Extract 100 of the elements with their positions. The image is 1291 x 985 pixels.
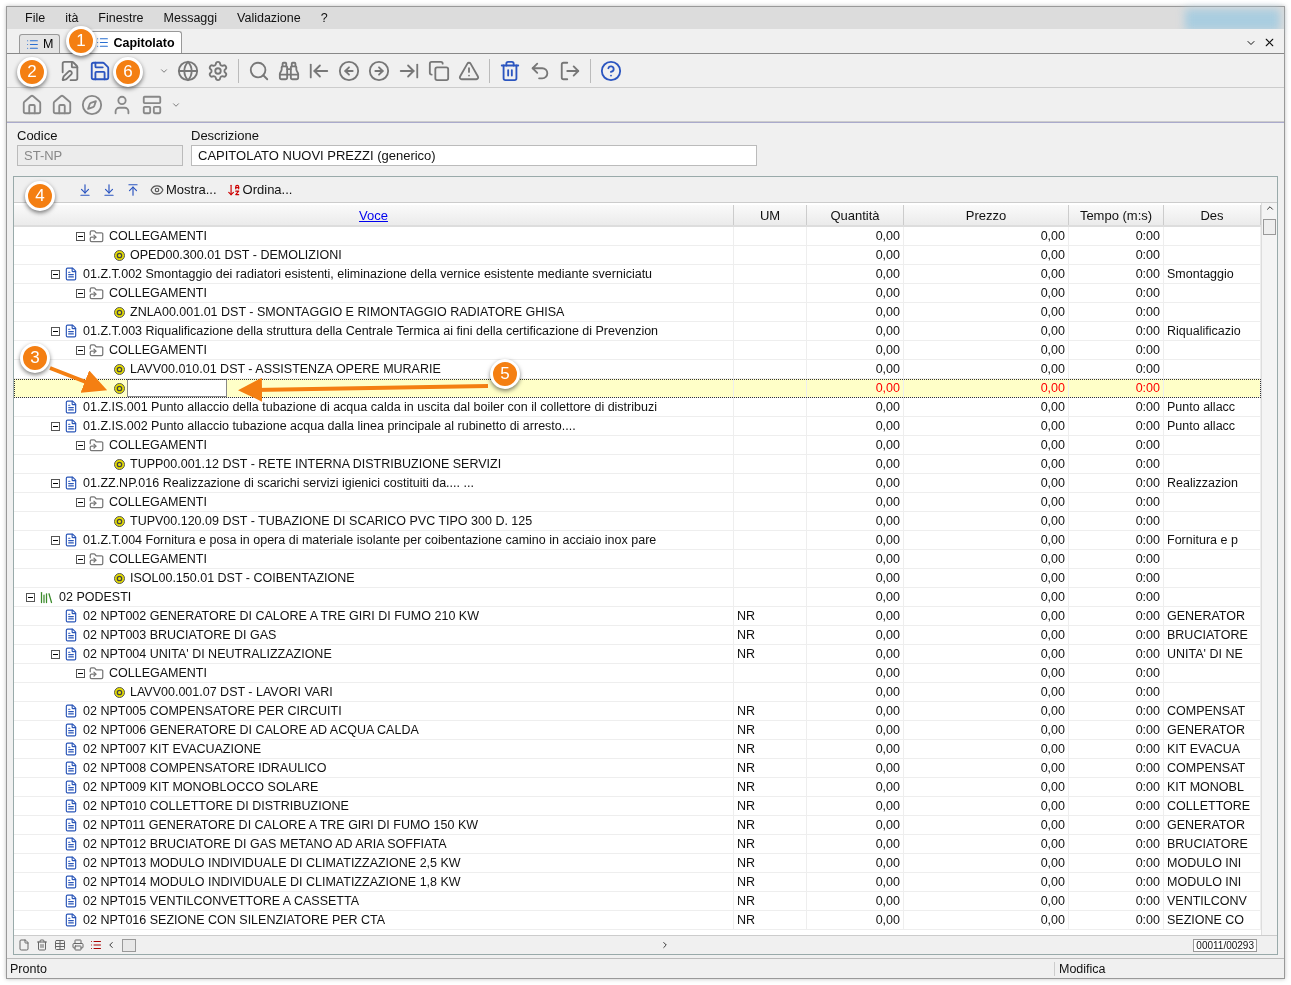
menu-item[interactable]: Messaggi — [153, 11, 227, 25]
printer-icon[interactable] — [70, 937, 86, 953]
table-row[interactable]: 01.ZZ.NP.016 Realizzazione di scarichi servizi igienici costituiti da.... ... 0,00 0,00 0:00 Realizzazion — [14, 474, 1261, 493]
table-cell: 0,00 — [807, 911, 904, 930]
table-row[interactable]: COLLEGAMENTI 0,00 0,00 0:00 — [14, 664, 1261, 683]
scroll-left-icon[interactable] — [106, 940, 116, 950]
table-row[interactable]: 02 NPT011 GENERATORE DI CALORE A TRE GIRI DI FUMO 150 KW NR 0,00 0,00 0:00 GENERATOR — [14, 816, 1261, 835]
collapse-toggle[interactable] — [76, 497, 85, 507]
tree-item-label: ISOL00.150.01 DST - COIBENTAZIONE — [130, 571, 355, 585]
collapse-toggle[interactable] — [51, 535, 60, 545]
collapse-toggle[interactable] — [76, 554, 85, 564]
document-icon — [64, 324, 78, 338]
table-row[interactable]: OPED00.300.01 DST - DEMOLIZIONI 0,00 0,00 0:00 — [14, 246, 1261, 265]
table-row[interactable]: 02 NPT010 COLLETTORE DI DISTRIBUZIONE NR 0,00 0,00 0:00 COLLETTORE — [14, 797, 1261, 816]
table-cell: 0,00 — [904, 911, 1069, 930]
tree-item-label: 02 NPT006 GENERATORE DI CALORE AD ACQUA CALDA — [83, 723, 419, 737]
collapse-toggle[interactable] — [76, 288, 85, 298]
eye-icon — [150, 182, 164, 197]
table-row[interactable]: 01.Z.IS.001 Punto allaccio della tubazione di acqua calda in uscita dal boiler con il collettore di distribuzi 0,00 0,00 0:00 Punto allacc — [14, 398, 1261, 417]
table-row[interactable]: 02 NPT005 COMPENSATORE PER CIRCUITI NR 0,00 0,00 0:00 COMPENSAT — [14, 702, 1261, 721]
coin-icon — [114, 363, 125, 375]
table-row[interactable]: 0,00 0,00 0:00 — [14, 379, 1261, 398]
menu-item[interactable]: ? — [310, 11, 338, 25]
tree-item-label: 02 NPT003 BRUCIATORE DI GAS — [83, 628, 277, 642]
table-row[interactable]: 02 NPT002 GENERATORE DI CALORE A TRE GIRI DI FUMO 210 KW NR 0,00 0,00 0:00 GENERATOR — [14, 607, 1261, 626]
table-row[interactable]: 01.Z.IS.002 Punto allaccio tubazione acqua dalla linea principale al rubinetto di arresto.... 0,00 0,00 0:00 Punto allacc — [14, 417, 1261, 436]
coin-icon — [114, 572, 125, 584]
menu-item[interactable]: File — [15, 11, 56, 25]
tree-item-label: 02 NPT012 BRUCIATORE DI GAS METANO AD ARIA SOFFIATA — [83, 837, 447, 851]
table-row[interactable]: 01.Z.T.003 Riqualificazione della struttura della Centrale Termica ai fini della certificazione di Prevenzion 0,00 0,00 0:00 Riqualificazio — [14, 322, 1261, 341]
tree-item-label: LAVV00.001.07 DST - LAVORI VARI — [130, 685, 333, 699]
tree-item-label: COLLEGAMENTI — [109, 552, 207, 566]
code-input-field[interactable] — [127, 379, 227, 397]
tab[interactable]: Capitolato — [89, 31, 182, 53]
tree-item-label: 02 NPT008 COMPENSATORE IDRAULICO — [83, 761, 327, 775]
menu-item[interactable]: Validazione — [227, 11, 311, 25]
table-row[interactable]: COLLEGAMENTI 0,00 0,00 0:00 — [14, 284, 1261, 303]
trash-icon[interactable] — [34, 937, 50, 953]
table-icon[interactable] — [52, 937, 68, 953]
collapse-toggle[interactable] — [51, 478, 60, 488]
page-icon[interactable] — [16, 937, 32, 953]
coin-icon — [114, 249, 125, 261]
menu-item[interactable]: Finestre — [88, 11, 154, 25]
description-field[interactable]: CAPITOLATO NUOVI PREZZI (generico) — [191, 145, 757, 166]
table-row[interactable]: 02 PODESTI 0,00 0,00 0:00 — [14, 588, 1261, 607]
table-row[interactable]: ISOL00.150.01 DST - COIBENTAZIONE 0,00 0,00 0:00 — [14, 569, 1261, 588]
table-row[interactable]: 02 NPT007 KIT EVACUAZIONE NR 0,00 0,00 0:00 KIT EVACUA — [14, 740, 1261, 759]
table-row[interactable]: 02 NPT004 UNITA' DI NEUTRALIZZAZIONE NR 0,00 0,00 0:00 UNITA' DI NE — [14, 645, 1261, 664]
scroll-thumb[interactable] — [122, 938, 136, 952]
tree-item-label: 01.Z.IS.002 Punto allaccio tubazione acqua dalla linea principale al rubinetto di arresto.... — [83, 419, 576, 433]
tab[interactable]: M — [19, 34, 61, 53]
table-row[interactable]: TUPV00.120.09 DST - TUBAZIONE DI SCARICO PVC TIPO 300 D. 125 0,00 0,00 0:00 — [14, 512, 1261, 531]
close-icon[interactable] — [1263, 36, 1276, 49]
collapse-toggle[interactable] — [51, 326, 60, 336]
column-header[interactable]: UM — [734, 205, 807, 225]
folder-link-icon — [89, 285, 104, 301]
column-header[interactable]: Tempo (m:s) — [1069, 205, 1164, 225]
collapse-toggle[interactable] — [76, 668, 85, 678]
collapse-toggle[interactable] — [76, 231, 85, 241]
table-row[interactable]: 01.Z.T.002 Smontaggio dei radiatori esistenti, eliminazione della vernice esistente mediante sverniciatu 0,00 0,00 0:00 Smontaggio — [14, 265, 1261, 284]
column-header[interactable]: Prezzo — [904, 205, 1069, 225]
table-row[interactable]: 02 NPT013 MODULO INDIVIDUALE DI CLIMATIZZAZIONE 2,5 KW NR 0,00 0,00 0:00 MODULO INI — [14, 854, 1261, 873]
status-message: Pronto — [9, 961, 48, 976]
tree-item-label: 01.ZZ.NP.016 Realizzazione di scarichi servizi igienici costituiti da.... ... — [83, 476, 474, 490]
table-row[interactable]: COLLEGAMENTI 0,00 0,00 0:00 — [14, 227, 1261, 246]
tree-item-label: 02 NPT011 GENERATORE DI CALORE A TRE GIRI DI FUMO 150 KW — [83, 818, 478, 832]
table-row[interactable]: COLLEGAMENTI 0,00 0,00 0:00 — [14, 550, 1261, 569]
tree-item-label: 01.Z.T.003 Riqualificazione della struttura della Centrale Termica ai fini della certificazione di Prevenzion — [83, 324, 659, 338]
table-row[interactable]: COLLEGAMENTI 0,00 0,00 0:00 — [14, 493, 1261, 512]
table-row[interactable]: 02 NPT008 COMPENSATORE IDRAULICO NR 0,00 0,00 0:00 COMPENSAT — [14, 759, 1261, 778]
table-row[interactable]: 02 NPT006 GENERATORE DI CALORE AD ACQUA CALDA NR 0,00 0,00 0:00 GENERATOR — [14, 721, 1261, 740]
collapse-toggle[interactable] — [76, 440, 85, 450]
scroll-thumb[interactable] — [1263, 219, 1276, 235]
collapse-toggle[interactable] — [51, 421, 60, 431]
table-row[interactable]: 02 NPT014 MODULO INDIVIDUALE DI CLIMATIZZAZIONE 1,8 KW NR 0,00 0,00 0:00 MODULO INI — [14, 873, 1261, 892]
table-row[interactable]: 02 NPT015 VENTILCONVETTORE A CASSETTA NR 0,00 0,00 0:00 VENTILCONV — [14, 892, 1261, 911]
collapse-toggle[interactable] — [51, 649, 60, 659]
table-row[interactable]: ZNLA00.001.01 DST - SMONTAGGIO E RIMONTAGGIO RADIATORE GHISA 0,00 0,00 0:00 — [14, 303, 1261, 322]
table-row[interactable]: LAVV00.001.07 DST - LAVORI VARI 0,00 0,00 0:00 — [14, 683, 1261, 702]
collapse-toggle[interactable] — [76, 345, 85, 355]
scroll-up-icon[interactable] — [1264, 203, 1275, 213]
vertical-scrollbar[interactable] — [1261, 203, 1277, 935]
table-row[interactable]: 02 NPT009 KIT MONOBLOCCO SOLARE NR 0,00 0,00 0:00 KIT MONOBL — [14, 778, 1261, 797]
tree-item-label: 02 NPT005 COMPENSATORE PER CIRCUITI — [83, 704, 342, 718]
table-row[interactable]: 02 NPT003 BRUCIATORE DI GAS NR 0,00 0,00 0:00 BRUCIATORE — [14, 626, 1261, 645]
tree-item-label: LAVV00.010.01 DST - ASSISTENZA OPERE MURARIE — [130, 362, 441, 376]
collapse-toggle[interactable] — [51, 269, 60, 279]
menu-item[interactable]: ità — [55, 11, 89, 25]
sort-button[interactable]: Ordina... — [224, 182, 295, 197]
table-row[interactable]: TUPP00.001.12 DST - RETE INTERNA DISTRIBUZIONE SERVIZI 0,00 0,00 0:00 — [14, 455, 1261, 474]
tree-item-label: 02 NPT016 SEZIONE CON SILENZIATORE PER CTA — [83, 913, 386, 927]
tree-item-label: COLLEGAMENTI — [109, 495, 207, 509]
document-icon — [64, 267, 78, 281]
collapse-toggle[interactable] — [26, 592, 35, 602]
table-row[interactable]: COLLEGAMENTI 0,00 0,00 0:00 — [14, 436, 1261, 455]
table-row[interactable]: 02 NPT016 SEZIONE CON SILENZIATORE PER CTA NR 0,00 0,00 0:00 SEZIONE CO — [14, 911, 1261, 930]
column-header[interactable]: Quantità — [807, 205, 904, 225]
table-row[interactable]: 01.Z.T.004 Fornitura e posa in opera di materiale isolante per coibentazione camino in acciaio inox pare 0,00 0,00 0:00 Fornitura e p — [14, 531, 1261, 550]
show-button[interactable]: Mostra... — [148, 182, 219, 197]
table-row[interactable]: 02 NPT012 BRUCIATORE DI GAS METANO AD ARIA SOFFIATA NR 0,00 0,00 0:00 BRUCIATORE — [14, 835, 1261, 854]
